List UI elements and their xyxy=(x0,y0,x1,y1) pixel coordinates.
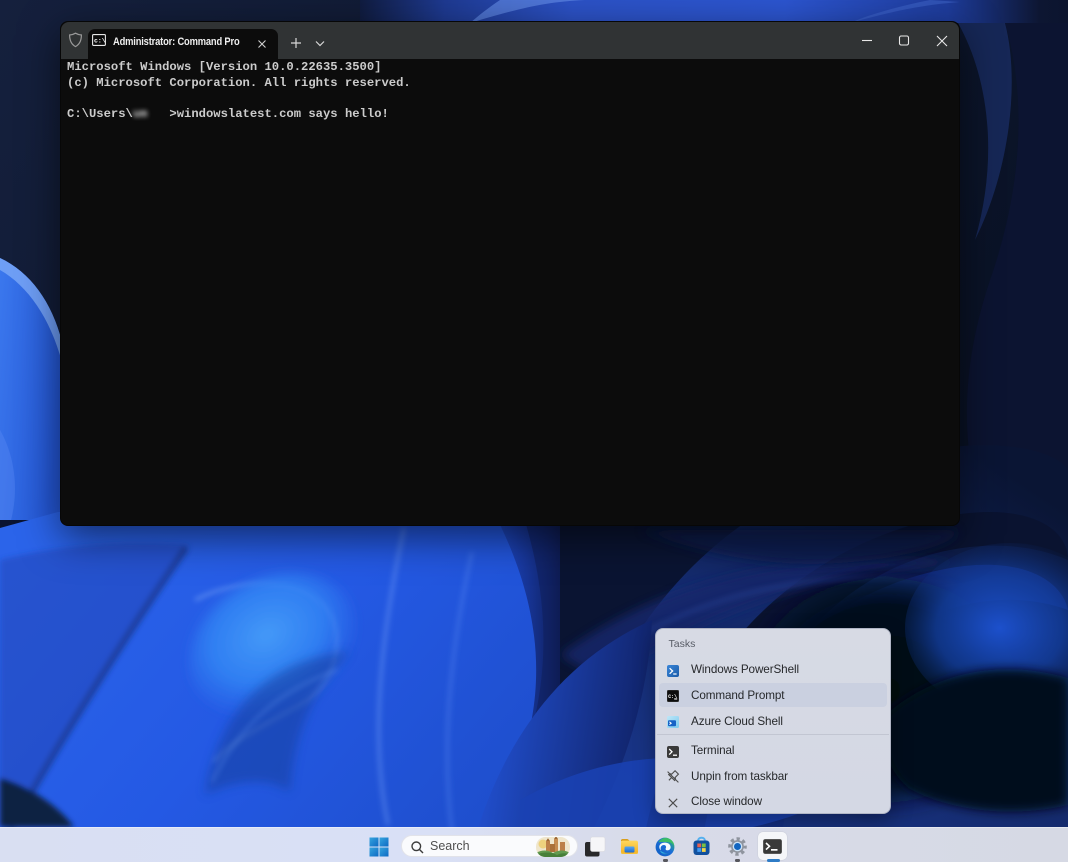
svg-text:c:\: c:\ xyxy=(94,38,106,45)
